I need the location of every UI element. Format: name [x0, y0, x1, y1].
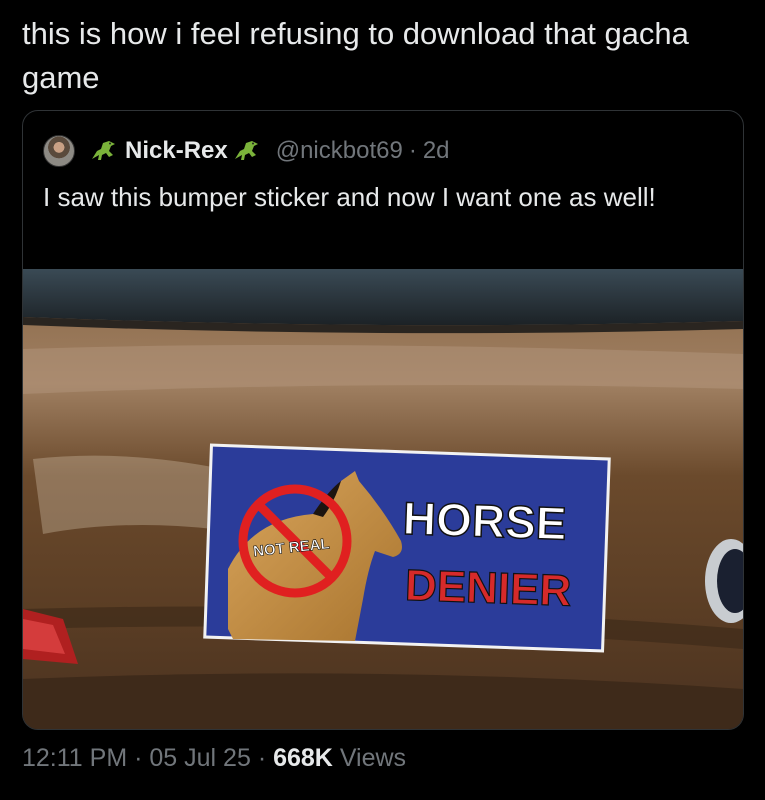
- sticker-line2: DENIER: [404, 561, 572, 616]
- quoted-post[interactable]: Nick-Rex @nickbot69 · 2d I saw this bump…: [22, 110, 744, 730]
- post-time[interactable]: 12:11 PM: [22, 744, 127, 772]
- sticker-line1: HORSE: [402, 492, 567, 550]
- bumper-sticker: NOT REAL HORSE DENIER: [203, 443, 611, 653]
- views-label: Views: [339, 744, 407, 772]
- post-meta: 12:11 PM · 05 Jul 25 · 668K Views: [22, 744, 406, 773]
- separator-dot: ·: [257, 744, 267, 772]
- quoted-display-name[interactable]: Nick-Rex: [125, 137, 228, 165]
- post-photo[interactable]: NOT REAL HORSE DENIER: [23, 269, 743, 729]
- quoted-post-header: Nick-Rex @nickbot69 · 2d: [43, 135, 450, 167]
- separator-dot: ·: [408, 137, 417, 164]
- car-bumper-photo: NOT REAL HORSE DENIER: [23, 269, 743, 729]
- quoted-post-text: I saw this bumper sticker and now I want…: [43, 182, 656, 212]
- quoted-handle[interactable]: @nickbot69: [276, 137, 403, 165]
- dinosaur-emoji-icon: [92, 141, 115, 160]
- post-date[interactable]: 05 Jul 25: [149, 744, 250, 772]
- avatar[interactable]: [43, 135, 75, 167]
- quoted-post-age[interactable]: 2d: [423, 137, 450, 165]
- views-count[interactable]: 668K: [273, 744, 333, 772]
- dinosaur-emoji-icon: [234, 141, 258, 160]
- separator-dot: ·: [134, 744, 143, 772]
- post-text: this is how i feel refusing to download …: [22, 16, 689, 95]
